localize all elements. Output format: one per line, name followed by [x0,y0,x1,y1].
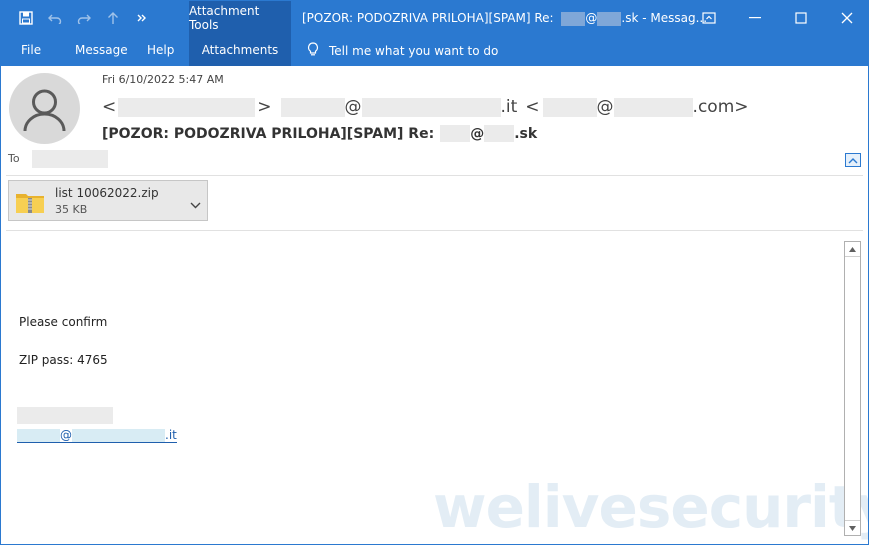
message-date: Fri 6/10/2022 5:47 AM [102,73,224,86]
redacted-text [561,11,586,26]
quick-access-toolbar [11,1,156,35]
attachment-item[interactable]: list 10062022.zip 35 KB [8,180,208,221]
lightbulb-icon [307,41,319,60]
title-bar: Attachment Tools [POZOR: PODOZRIVA PRILO… [1,1,868,35]
welivesecurity-watermark: welivesecurity [433,473,869,541]
scrollbar-track[interactable] [845,257,860,520]
scroll-up-arrow-icon[interactable] [845,242,860,257]
message-subject: [POZOR: PODOZRIVA PRILOHA][SPAM] Re: @ .… [102,125,537,142]
window-title-at: @ [585,11,598,25]
signature-email-tld: .it [165,428,177,442]
redacted-sender-name [118,97,256,117]
subject-prefix: [POZOR: PODOZRIVA PRILOHA][SPAM] Re: [102,125,435,142]
ribbon-display-options-icon[interactable] [686,1,732,35]
redacted-text [17,428,60,442]
collapse-header-button[interactable] [845,153,861,167]
window-controls [686,1,868,35]
redacted-text [361,97,501,117]
close-icon[interactable] [824,1,868,35]
ribbon-tab-bar: File Message Help Attachments Tell me wh… [1,35,868,66]
tab-attachments[interactable]: Attachments [189,35,291,66]
sender-bracket: < [102,97,117,117]
attachment-dropdown-button[interactable] [190,194,201,213]
redacted-recipient [32,150,108,168]
tab-file[interactable]: File [21,35,41,66]
redacted-text [280,97,345,117]
chevron-up-icon [848,157,858,163]
body-line-confirm: Please confirm [19,315,108,329]
chevron-down-icon [190,202,201,209]
watermark-part-2: security [636,473,869,541]
redacted-text [440,125,471,142]
sender-bracket: < [525,97,540,117]
sender-tld: .com> [692,97,749,117]
sender-line: < > @ .it < @ .com> [102,95,749,119]
subject-at: @ [470,125,485,142]
header-divider [6,175,863,176]
attachment-name: list 10062022.zip [55,186,159,200]
body-scrollbar[interactable] [844,241,861,536]
zip-folder-icon [16,194,44,213]
up-arrow-icon[interactable] [98,1,127,35]
to-label: To [8,152,20,165]
redacted-text [597,11,622,26]
sender-avatar [9,73,80,144]
customize-toolbar-icon[interactable] [127,1,156,35]
redacted-text [72,428,165,442]
outlook-message-window: Attachment Tools [POZOR: PODOZRIVA PRILO… [0,0,869,545]
sender-at: @ [344,97,362,117]
redacted-signature-name [17,407,113,424]
minimize-icon[interactable] [732,1,778,35]
window-title-prefix: [POZOR: PODOZRIVA PRILOHA][SPAM] Re: [302,11,554,25]
undo-icon[interactable] [40,1,69,35]
redacted-text [542,97,597,117]
redacted-text [613,97,693,117]
tell-me-label: Tell me what you want to do [329,43,499,58]
scroll-down-arrow-icon[interactable] [845,520,860,535]
sender-at: @ [596,97,614,117]
sender-tld: .it [500,97,518,117]
signature-email-link[interactable]: @ .it [17,428,177,443]
redacted-text [484,125,515,142]
attachment-tools-context-label: Attachment Tools [189,1,291,35]
tell-me-search[interactable]: Tell me what you want to do [307,35,498,66]
tab-help[interactable]: Help [147,35,174,66]
tab-message[interactable]: Message [75,35,128,66]
attachment-size: 35 KB [55,203,88,216]
redo-icon[interactable] [69,1,98,35]
maximize-icon[interactable] [778,1,824,35]
body-line-zip-password: ZIP pass: 4765 [19,353,108,367]
person-icon [23,89,66,132]
sender-bracket: > [257,97,272,117]
watermark-part-1: welive [433,473,638,541]
subject-suffix: .sk [514,125,538,142]
signature-email-at: @ [60,428,72,442]
save-icon[interactable] [11,1,40,35]
window-title: [POZOR: PODOZRIVA PRILOHA][SPAM] Re: @ .s… [302,1,707,35]
attachment-divider [6,230,863,231]
